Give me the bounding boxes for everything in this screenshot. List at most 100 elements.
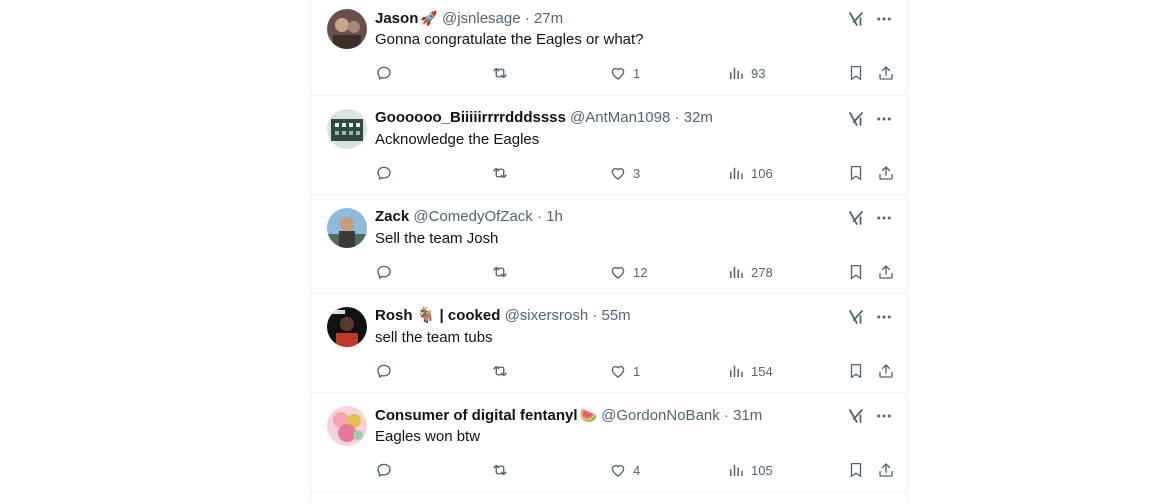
timestamp[interactable]: 31m <box>733 407 762 424</box>
grok-icon[interactable] <box>845 8 867 30</box>
repost-button[interactable] <box>491 360 509 382</box>
author-handle[interactable]: @jsnlesage <box>442 10 521 27</box>
author-handle[interactable]: @AntMan1098 <box>570 109 670 126</box>
tweet-header: Goooooo_Biiiiirrrrdddssss @AntMan1098 · … <box>375 108 827 128</box>
tweet[interactable]: Goooooo_Biiiiirrrrdddssss @AntMan1098 · … <box>311 96 907 195</box>
timestamp[interactable]: 27m <box>534 10 563 27</box>
views-icon <box>727 164 745 182</box>
heart-icon <box>609 64 627 82</box>
views-button[interactable]: 278 <box>727 261 773 283</box>
more-icon[interactable] <box>873 405 895 427</box>
tweet-top-icons <box>845 306 895 328</box>
like-button[interactable]: 1 <box>609 62 640 84</box>
views-button[interactable]: 106 <box>727 162 773 184</box>
views-button[interactable]: 154 <box>727 360 773 382</box>
views-icon <box>727 362 745 380</box>
timestamp[interactable]: 32m <box>684 109 713 126</box>
share-icon <box>877 263 895 281</box>
timestamp[interactable]: 1h <box>546 208 563 225</box>
grok-icon[interactable] <box>845 207 867 229</box>
share-icon <box>877 362 895 380</box>
repost-button[interactable] <box>491 162 509 184</box>
repost-icon <box>491 461 509 479</box>
views-button[interactable]: 105 <box>727 459 773 481</box>
reply-button[interactable] <box>375 261 393 283</box>
tweet[interactable]: Zack @ComedyOfZack · 1h Sell the team Jo… <box>311 195 907 294</box>
views-icon <box>727 263 745 281</box>
grok-icon[interactable] <box>845 405 867 427</box>
bookmark-icon <box>847 362 865 380</box>
reply-button[interactable] <box>375 459 393 481</box>
bookmark-button[interactable] <box>847 459 865 481</box>
tweet[interactable]: Consumer of digital fentanyl 🍉 @GordonNoB… <box>311 393 907 492</box>
share-button[interactable] <box>877 360 895 382</box>
grok-icon[interactable] <box>845 306 867 328</box>
bookmark-button[interactable] <box>847 162 865 184</box>
repost-button[interactable] <box>491 459 509 481</box>
tweet-actions: 12 278 <box>375 261 895 283</box>
avatar[interactable] <box>327 208 367 248</box>
reply-button[interactable] <box>375 62 393 84</box>
author-name[interactable]: Jason <box>375 10 418 27</box>
repost-button[interactable] <box>491 62 509 84</box>
avatar[interactable] <box>327 406 367 446</box>
tweet[interactable]: Jason 🚀 @jsnlesage · 27m Gonna congratula… <box>311 0 907 96</box>
tweet-header: Rosh 🐐 | cooked @sixersrosh · 55m <box>375 306 827 326</box>
like-button[interactable]: 3 <box>609 162 640 184</box>
author-name[interactable]: Rosh <box>375 307 413 324</box>
author-name[interactable]: Zack <box>375 208 409 225</box>
more-icon[interactable] <box>873 207 895 229</box>
tweet-top-icons <box>845 8 895 30</box>
tweet-actions: 3 106 <box>375 162 895 184</box>
share-button[interactable] <box>877 459 895 481</box>
more-icon[interactable] <box>873 8 895 30</box>
grok-icon[interactable] <box>845 108 867 130</box>
author-name-suffix[interactable]: 🐐 | cooked <box>417 307 501 324</box>
separator: · <box>536 208 542 225</box>
more-icon[interactable] <box>873 306 895 328</box>
share-button[interactable] <box>877 162 895 184</box>
reply-button[interactable] <box>375 162 393 184</box>
tweet-actions: 4 105 <box>375 459 895 481</box>
view-count: 106 <box>751 165 773 181</box>
avatar[interactable] <box>327 9 367 49</box>
author-emoji: 🍉 <box>579 407 597 423</box>
share-button[interactable] <box>877 261 895 283</box>
heart-icon <box>609 164 627 182</box>
author-name[interactable]: Goooooo_Biiiiirrrrdddssss <box>375 109 566 126</box>
view-count: 154 <box>751 363 773 379</box>
views-button[interactable]: 93 <box>727 62 765 84</box>
repost-button[interactable] <box>491 261 509 283</box>
heart-icon <box>609 461 627 479</box>
share-button[interactable] <box>877 62 895 84</box>
repost-icon <box>491 263 509 281</box>
more-icon[interactable] <box>873 108 895 130</box>
timestamp[interactable]: 55m <box>602 307 631 324</box>
author-handle[interactable]: @ComedyOfZack <box>413 208 532 225</box>
author-handle[interactable]: @sixersrosh <box>505 307 589 324</box>
tweet-header: Zack @ComedyOfZack · 1h <box>375 207 827 227</box>
share-icon <box>877 64 895 82</box>
bookmark-button[interactable] <box>847 62 865 84</box>
like-button[interactable]: 12 <box>609 261 647 283</box>
tweet-top-icons <box>845 405 895 427</box>
reply-button[interactable] <box>375 360 393 382</box>
tweet[interactable]: Rosh 🐐 | cooked @sixersrosh · 55m sell t… <box>311 294 907 393</box>
like-count: 4 <box>633 462 641 478</box>
views-icon <box>727 461 745 479</box>
separator: · <box>524 10 530 27</box>
tweet-text: Sell the team Josh <box>375 230 499 247</box>
repost-icon <box>491 362 509 380</box>
bookmark-button[interactable] <box>847 261 865 283</box>
bookmark-button[interactable] <box>847 360 865 382</box>
reply-feed: Jason 🚀 @jsnlesage · 27m Gonna congratula… <box>310 0 908 502</box>
tweet-top-icons <box>845 207 895 229</box>
like-button[interactable]: 4 <box>609 459 640 481</box>
author-name[interactable]: Consumer of digital fentanyl <box>375 407 578 424</box>
like-button[interactable]: 1 <box>609 360 640 382</box>
separator: · <box>723 407 729 424</box>
author-handle[interactable]: @GordonNoBank <box>601 407 720 424</box>
heart-icon <box>609 263 627 281</box>
avatar[interactable] <box>327 307 367 347</box>
avatar[interactable] <box>327 109 367 149</box>
